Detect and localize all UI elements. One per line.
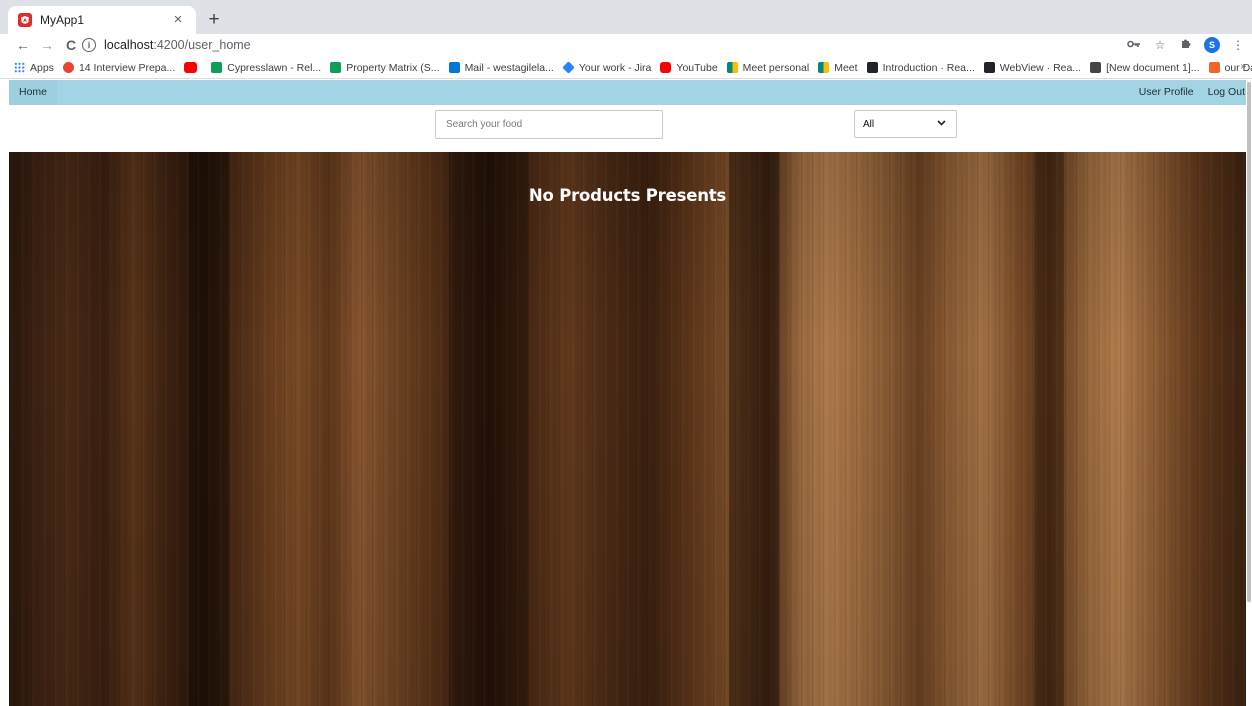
bookmark-favicon-icon [62,62,74,73]
user-profile-link[interactable]: User Profile [1132,80,1201,105]
wood-vignette [9,152,1246,706]
bookmark-apps[interactable]: Apps [14,62,54,74]
food-search-input[interactable] [435,110,663,139]
category-select[interactable]: All [854,110,957,138]
bookmark-item[interactable]: Cypresslawn - Rel... [211,62,321,74]
outlook-favicon-icon [448,62,460,73]
bookmark-label: Your work - Jira [578,61,652,74]
bookmark-item[interactable]: Property Matrix (S... [330,61,440,74]
url-path: :4200/user_home [153,38,251,52]
browser-toolbar: ← → C i localhost:4200/user_home ☆ S ⋮ [0,34,1252,56]
bookmark-label: Cypresslawn - Rel... [227,61,322,74]
profile-avatar[interactable]: S [1204,37,1220,53]
angular-favicon-icon [18,13,32,27]
forward-arrow-icon[interactable]: → [38,36,56,54]
meet-favicon-icon [818,62,830,73]
bookmark-item[interactable]: Meet [818,61,858,74]
bookmark-label: WebView · Rea... [999,61,1082,74]
search-bar-row: All [9,105,1252,152]
bookmark-item[interactable]: Mail - westagilela... [448,61,554,74]
bookmark-label: 14 Interview Prepa... [78,61,176,74]
scrollbar-thumb[interactable] [1247,82,1251,602]
bookmark-label: Property Matrix (S... [346,61,440,74]
youtube-favicon-icon [660,62,672,73]
youtube-favicon-icon [184,62,198,73]
react-favicon-icon [983,62,995,73]
tab-close-icon[interactable]: × [170,12,186,28]
browser-tab-strip: MyApp1 × + [0,0,1252,34]
key-icon[interactable] [1126,37,1142,53]
meet-favicon-icon [726,62,738,73]
bookmark-label: Introduction · Rea... [882,61,975,74]
category-select-value: All [863,118,875,130]
bookmark-item[interactable]: 14 Interview Prepa... [62,61,176,74]
react-favicon-icon [866,62,878,73]
bookmark-label: YouTube [676,61,718,74]
bookmark-label: Meet personal [742,61,810,74]
bookmark-item[interactable] [184,62,202,73]
extensions-puzzle-icon[interactable] [1178,37,1194,53]
document-favicon-icon [1090,62,1102,73]
bookmarks-overflow-icon[interactable]: » [1240,61,1246,72]
jira-favicon-icon [562,61,575,74]
home-link[interactable]: Home [9,80,58,105]
bookmark-item[interactable]: YouTube [660,61,718,74]
site-info-icon[interactable]: i [82,38,96,52]
bookmark-star-icon[interactable]: ☆ [1152,37,1168,53]
bookmark-label: [New document 1]... [1106,61,1200,74]
address-bar[interactable]: i localhost:4200/user_home [82,36,1132,54]
reload-icon[interactable]: C [62,36,80,54]
bookmarks-bar: Apps 14 Interview Prepa... Cypresslawn -… [0,57,1252,79]
url-host: localhost [104,38,154,52]
wood-background-panel: No Products Presents [9,152,1246,706]
back-arrow-icon[interactable]: ← [14,36,32,54]
browser-tab[interactable]: MyApp1 × [8,6,196,34]
tab-title: MyApp1 [40,13,85,27]
new-tab-icon[interactable]: + [204,10,224,30]
sheets-favicon-icon [330,62,342,73]
page-scrollbar[interactable] [1246,80,1252,706]
url-text: localhost:4200/user_home [104,38,251,52]
log-out-link[interactable]: Log Out [1201,80,1252,105]
bookmark-item[interactable]: [New document 1]... [1090,61,1200,74]
navbar-right: User Profile Log Out [1132,80,1252,105]
bookmark-item[interactable]: Your work - Jira [562,61,652,74]
bookmark-item[interactable]: Meet personal [726,61,810,74]
browser-menu-icon[interactable]: ⋮ [1230,37,1246,53]
bookmark-label: Apps [30,61,54,74]
app-navbar: Home User Profile Log Out [9,80,1252,105]
apps-grid-icon [14,62,25,73]
chevron-down-icon [937,118,946,128]
toolbar-actions: ☆ S ⋮ [1126,36,1252,54]
bookmark-label: Meet [834,61,858,74]
empty-products-message: No Products Presents [528,186,727,205]
bookmark-item[interactable]: Introduction · Rea... [866,61,975,74]
bookmark-item[interactable]: WebView · Rea... [983,61,1082,74]
sheets-favicon-icon [211,62,223,73]
database-favicon-icon [1208,62,1220,73]
bookmark-label: our Dairay databa... [1224,61,1252,74]
bookmark-label: Mail - westagilela... [464,61,554,74]
